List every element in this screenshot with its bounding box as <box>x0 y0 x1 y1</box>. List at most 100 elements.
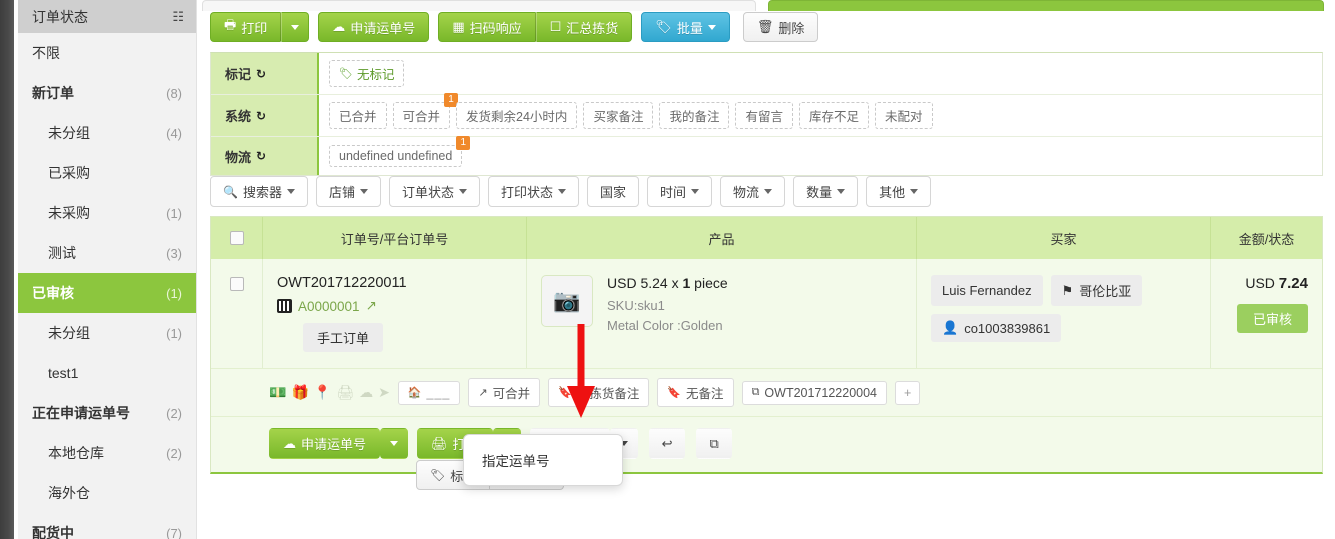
sidebar-item-label: 配货中 <box>32 525 74 539</box>
filter-chip-label: undefined undefined <box>339 149 453 163</box>
filter-chip-badge: 1 <box>456 136 471 150</box>
buyer-name: Luis Fernandez <box>931 275 1043 306</box>
refresh-icon[interactable]: ↻ <box>256 149 266 163</box>
menu-item-assign-tracking[interactable]: 指定运单号 <box>464 445 622 475</box>
row-checkbox[interactable] <box>229 277 244 291</box>
filter-chip-1-3[interactable]: 买家备注 <box>583 102 654 129</box>
sidebar-item-6[interactable]: 已审核 (1) <box>18 273 196 313</box>
filter-row-2: 物流 ↻ undefined undefined 1 <box>211 136 1322 175</box>
filter-button-4[interactable]: 国家 <box>587 176 640 207</box>
filter-row-1: 系统 ↻ 已合并 可合并 1 发货剩余24小时内 买家备注 我的备注 有留言 库存不足 未配对 <box>211 93 1322 137</box>
print-button[interactable]: 🖶 打印 <box>210 12 282 42</box>
cloud-upload-icon[interactable]: ☁ <box>359 384 373 401</box>
filter-button-label: 订单状态 <box>401 185 454 200</box>
filter-chip-1-2[interactable]: 发货剩余24小时内 <box>456 102 578 129</box>
sitemap-icon[interactable]: ☷ <box>172 9 184 25</box>
filter-chip-0-0[interactable]: 🏷 无标记 <box>329 60 405 87</box>
sidebar-item-count: (1) <box>166 205 182 221</box>
product-unit: piece <box>694 275 728 291</box>
filter-button-3[interactable]: 打印状态 <box>488 176 580 207</box>
filter-chip-1-1[interactable]: 可合并 1 <box>392 93 459 129</box>
row-meta-chip-1[interactable]: ↗ 可合并 <box>468 378 541 407</box>
batch-button[interactable]: 🏷 批量 <box>641 12 730 42</box>
money-icon[interactable]: 💵 <box>269 384 286 401</box>
gift-icon[interactable]: 🎁 <box>291 384 308 401</box>
filter-button-7[interactable]: 数量 <box>793 176 859 207</box>
apply-tracking-button[interactable]: ☁ 申请运单号 <box>318 12 430 42</box>
sidebar-item-count: (1) <box>166 285 182 301</box>
sidebar-item-4[interactable]: 未采购 (1) <box>18 193 196 233</box>
summary-pick-label: 汇总拣货 <box>566 20 619 36</box>
select-all-checkbox[interactable] <box>229 231 244 245</box>
refresh-icon[interactable]: ↻ <box>256 109 266 123</box>
print-dropdown-toggle[interactable] <box>281 12 310 42</box>
filter-chip-label: 库存不足 <box>808 110 859 124</box>
filter-button-5[interactable]: 时间 <box>647 176 713 207</box>
browser-tab-strip <box>198 0 1335 11</box>
price-prefix: USD 5.24 x <box>607 275 679 291</box>
tab-active[interactable] <box>768 0 1324 11</box>
send-icon[interactable]: ➤ <box>378 384 390 401</box>
filter-chip-1-7[interactable]: 未配对 <box>875 102 933 129</box>
sidebar-item-5[interactable]: 测试 (3) <box>18 233 196 273</box>
row-meta-chip-4[interactable]: ⧉ OWT201712220004 <box>741 380 888 405</box>
row-meta-chip-2[interactable]: 🔖 无拣货备注 <box>548 378 650 407</box>
home-icon: 🏠 <box>407 387 422 399</box>
platform-order-number[interactable]: A0000001 <box>298 299 360 314</box>
row-meta-chip-3[interactable]: 🔖 无备注 <box>657 378 734 407</box>
sidebar-item-9[interactable]: 正在申请运单号 (2) <box>18 393 196 433</box>
filter-chip-2-0[interactable]: undefined undefined 1 <box>329 136 471 167</box>
row-action-0[interactable]: ☁ 申请运单号 <box>269 428 381 459</box>
filter-button-6[interactable]: 物流 <box>720 176 786 207</box>
delete-button[interactable]: 🗑 删除 <box>742 12 819 42</box>
row-action-4[interactable]: ⧉ <box>696 428 732 459</box>
row-meta-chip-0[interactable]: 🏠 ___ <box>397 380 461 405</box>
sidebar-item-10[interactable]: 本地仓库 (2) <box>18 433 196 473</box>
filter-button-label: 时间 <box>660 185 687 200</box>
sidebar-item-count: (2) <box>166 445 182 461</box>
row-action-caret-0[interactable] <box>380 428 409 459</box>
tracking-dropdown-menu: 指定运单号 <box>463 434 623 486</box>
filter-button-8[interactable]: 其他 <box>866 176 932 207</box>
external-link-icon[interactable]: ↗ <box>366 298 377 314</box>
status-badge[interactable]: 已审核 <box>1236 304 1308 333</box>
th-buyer: 买家 <box>917 217 1211 259</box>
row-action-3[interactable]: ↩ <box>648 428 686 459</box>
filter-button-0[interactable]: 🔍 搜索器 <box>210 176 308 207</box>
cloud-download-icon: ☁ <box>332 19 346 34</box>
sidebar-item-11[interactable]: 海外仓 <box>18 473 196 513</box>
filter-button-1[interactable]: 店铺 <box>315 176 381 207</box>
order-number[interactable]: OWT201712220011 <box>277 275 512 291</box>
printer-icon[interactable]: 🖨 <box>336 384 354 401</box>
filter-chip-1-4[interactable]: 我的备注 <box>659 102 730 129</box>
keyboard-icon <box>277 299 292 313</box>
sidebar-item-7[interactable]: 未分组 (1) <box>18 313 196 353</box>
sidebar-item-8[interactable]: test1 <box>18 353 196 393</box>
row-meta-chip-5[interactable]: + <box>895 380 921 405</box>
sidebar-item-label: 未分组 <box>48 125 90 141</box>
tab-inactive[interactable] <box>202 0 756 11</box>
filter-chip-1-6[interactable]: 库存不足 <box>798 102 869 129</box>
sidebar-item-3[interactable]: 已采购 <box>18 153 196 193</box>
sidebar-header: 订单状态 ☷ <box>18 0 196 33</box>
sidebar-item-1[interactable]: 新订单 (8) <box>18 73 196 113</box>
row-meta-icons: 💵 🎁 📍 🖨 ☁ ➤ <box>269 384 390 401</box>
filter-chip-1-5[interactable]: 有留言 <box>735 102 793 129</box>
printer-icon: 🖨 <box>431 435 448 451</box>
location-pin-icon[interactable]: 📍 <box>314 384 331 401</box>
filter-button-2[interactable]: 订单状态 <box>388 176 480 207</box>
product-attribute: Metal Color :Golden <box>607 318 723 333</box>
filter-button-label: 店铺 <box>328 185 355 200</box>
sidebar-item-12[interactable]: 配货中 (7) <box>18 513 196 539</box>
sidebar-item-count: (3) <box>166 245 182 261</box>
sidebar-item-2[interactable]: 未分组 (4) <box>18 113 196 153</box>
filter-chip-1-0[interactable]: 已合并 <box>329 102 387 129</box>
scan-response-button[interactable]: ▦ 扫码响应 <box>438 12 536 42</box>
filter-button-bar: 🔍 搜索器 店铺 订单状态 打印状态 国家 时间 物流 数量 其他 <box>210 176 932 207</box>
filter-row-values-2: undefined undefined 1 <box>319 136 1322 175</box>
summary-pick-button[interactable]: ☐ 汇总拣货 <box>535 12 633 42</box>
refresh-icon[interactable]: ↻ <box>256 67 266 81</box>
camera-icon: 📷 <box>541 275 593 327</box>
flag-icon: ⚑ <box>1061 282 1074 298</box>
sidebar-item-0[interactable]: 不限 <box>18 33 196 73</box>
